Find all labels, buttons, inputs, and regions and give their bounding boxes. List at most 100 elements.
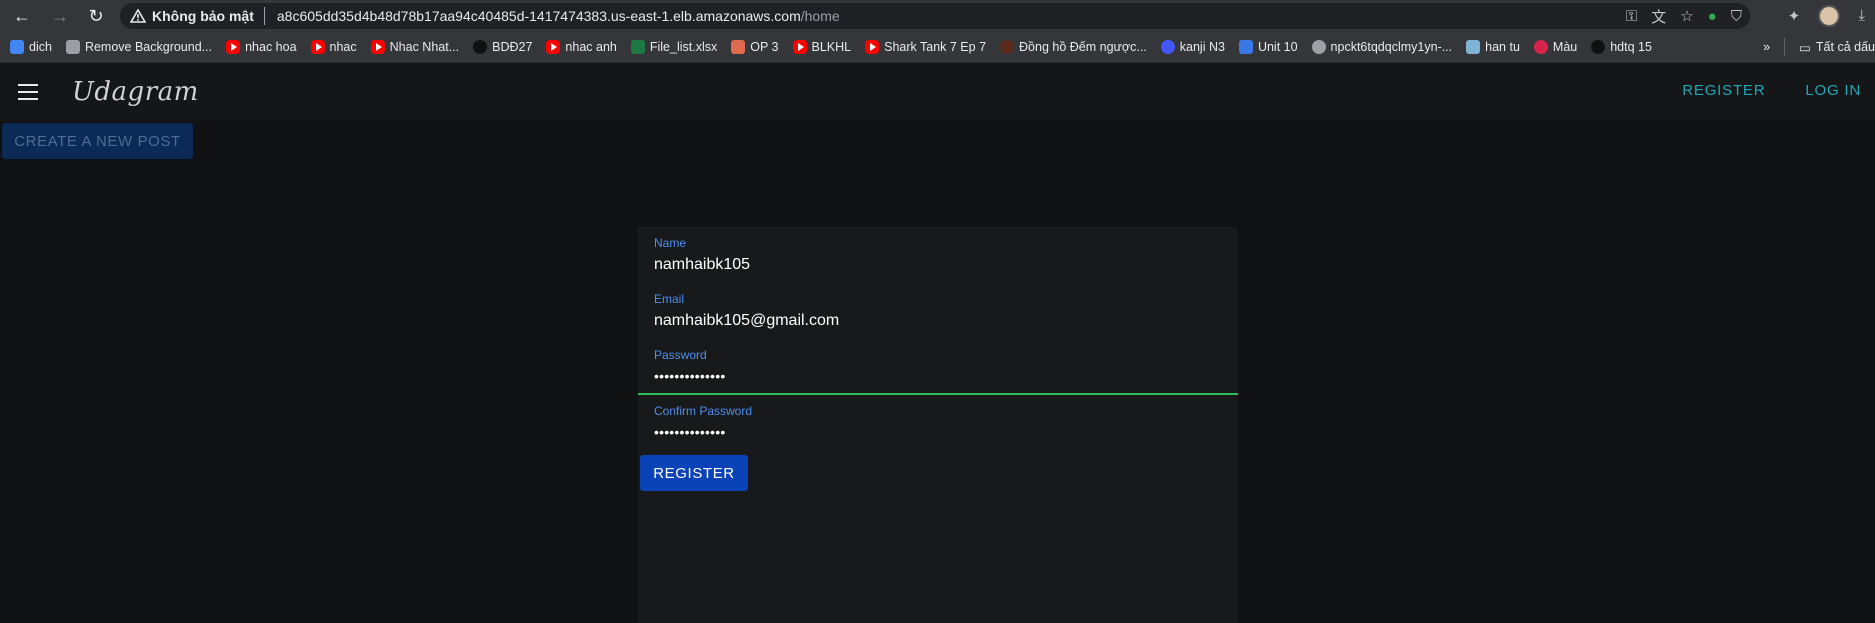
header-nav: REGISTER LOG IN: [1682, 82, 1861, 99]
youtube-icon: [546, 39, 561, 54]
youtube-icon: [792, 39, 807, 54]
email-field[interactable]: Email namhaibk105@gmail.com: [638, 283, 1238, 339]
translate-icon: [10, 39, 24, 54]
app-header: Udagram REGISTER LOG IN: [0, 63, 1875, 121]
bookmark-label: File_list.xlsx: [649, 39, 718, 54]
bookmark-label: dich: [29, 39, 52, 54]
bookmark-label: BDĐ27: [492, 39, 533, 54]
bookmark-item[interactable]: han tu: [1466, 39, 1520, 54]
register-link[interactable]: REGISTER: [1682, 82, 1765, 99]
bookmark-item[interactable]: Unit 10: [1238, 39, 1298, 54]
youtube-icon: [226, 39, 241, 54]
bookmark-label: nhac hoa: [245, 39, 297, 54]
bookmark-label: nhac: [329, 39, 357, 54]
email-input[interactable]: namhaibk105@gmail.com: [654, 312, 1238, 330]
quizlet-icon: [1160, 39, 1175, 54]
bookmark-label: OP 3: [750, 39, 779, 54]
clock-icon: [1000, 39, 1015, 54]
bookmark-label: Unit 10: [1257, 39, 1298, 54]
youtube-icon: [370, 39, 385, 54]
reload-icon[interactable]: ↻: [82, 2, 110, 30]
url-path: /home: [800, 8, 840, 24]
name-label: Name: [654, 236, 687, 250]
bookmark-item[interactable]: Remove Background...: [65, 39, 213, 54]
security-label: Không bảo mật: [152, 8, 254, 24]
bookmark-label: Shark Tank 7 Ep 7: [884, 39, 987, 54]
bookmark-label: kanji N3: [1179, 39, 1225, 54]
bookmark-label: Remove Background...: [84, 39, 213, 54]
bookmark-item[interactable]: Đồng hồ Đếm ngược...: [1000, 39, 1147, 54]
security-warning[interactable]: Không bảo mật: [130, 8, 254, 24]
warning-icon: [130, 9, 146, 23]
page-icon: [731, 39, 746, 54]
brush-icon: [1533, 39, 1548, 54]
key-icon[interactable]: ⚿: [1626, 8, 1637, 25]
bookmark-label: npckt6tqdqclmy1yn-...: [1330, 39, 1453, 54]
all-bookmarks-folder[interactable]: ▭ Tất cả dấu: [1799, 40, 1875, 55]
register-submit-button[interactable]: REGISTER: [640, 455, 748, 491]
app-icon: [1238, 39, 1253, 54]
bookmark-item[interactable]: kanji N3: [1160, 39, 1225, 54]
bookmark-item[interactable]: BDĐ27: [473, 39, 533, 54]
bookmarks-overflow: » ▭ Tất cả dấu: [1763, 31, 1875, 63]
password-field[interactable]: Password ••••••••••••••: [638, 339, 1238, 395]
bookmark-item[interactable]: BLKHL: [792, 39, 852, 54]
brand-logo[interactable]: Udagram: [72, 77, 199, 107]
toolbar-right: ✦ ⤓: [1788, 0, 1875, 31]
moon-extension-icon[interactable]: ●: [1708, 8, 1717, 25]
bookmark-item[interactable]: Shark Tank 7 Ep 7: [865, 39, 987, 54]
excel-icon: [630, 39, 645, 54]
bookmark-item[interactable]: Màu: [1533, 39, 1578, 54]
back-icon[interactable]: ←: [8, 2, 36, 30]
extensions-icon[interactable]: ✦: [1788, 7, 1801, 25]
star-icon[interactable]: ☆: [1680, 7, 1693, 25]
name-input[interactable]: namhaibk105: [654, 256, 1238, 274]
bookmark-item[interactable]: nhac anh: [546, 39, 617, 54]
image-icon: [1466, 39, 1481, 54]
layers-icon: [65, 39, 80, 54]
login-link[interactable]: LOG IN: [1805, 82, 1861, 99]
shield-extension-icon[interactable]: ⛉: [1731, 8, 1742, 25]
bookmark-label: Màu: [1552, 39, 1578, 54]
bookmark-label: nhac anh: [565, 39, 617, 54]
url-host: a8c605dd35d4b48d78b17aa94c40485d-1417474…: [276, 8, 801, 24]
bookmark-item[interactable]: nhac hoa: [226, 39, 297, 54]
download-icon[interactable]: ⤓: [1858, 7, 1865, 24]
profile-avatar[interactable]: [1818, 4, 1841, 27]
name-field[interactable]: Name namhaibk105: [638, 227, 1238, 283]
bookmarks-bar: dich Remove Background... nhac hoa nhac Nhac…: [0, 31, 1875, 63]
tiktok-icon: [1591, 39, 1606, 54]
url-divider: [263, 7, 265, 25]
translate-icon[interactable]: 文: [1651, 6, 1666, 27]
chevron-double-right-icon[interactable]: »: [1763, 40, 1770, 54]
bookmark-item[interactable]: File_list.xlsx: [630, 39, 718, 54]
bookmark-item[interactable]: hdtq 15: [1591, 39, 1652, 54]
bookmark-item[interactable]: Nhac Nhat...: [370, 39, 460, 54]
forward-icon[interactable]: →: [46, 2, 74, 30]
confirm-password-field[interactable]: Confirm Password ••••••••••••••: [638, 395, 1238, 451]
youtube-icon: [310, 39, 325, 54]
confirm-password-input[interactable]: ••••••••••••••: [654, 424, 1238, 440]
globe-icon: [1311, 39, 1326, 54]
divider: [1784, 38, 1786, 56]
confirm-password-label: Confirm Password: [654, 404, 753, 418]
address-bar[interactable]: Không bảo mật a8c605dd35d4b48d78b17aa94c…: [120, 3, 1750, 29]
bookmark-label: han tu: [1485, 39, 1520, 54]
omnibox-actions: ⚿ 文 ☆ ● ⛉: [1626, 3, 1742, 29]
folder-icon: ▭: [1799, 40, 1811, 55]
bookmark-item[interactable]: OP 3: [731, 39, 779, 54]
create-post-button[interactable]: CREATE A NEW POST: [2, 123, 193, 159]
all-bookmarks-label: Tất cả dấu: [1815, 40, 1875, 54]
password-label: Password: [654, 348, 707, 362]
bookmark-label: Đồng hồ Đếm ngược...: [1019, 39, 1147, 54]
bookmark-item[interactable]: nhac: [310, 39, 357, 54]
bookmark-label: BLKHL: [811, 39, 852, 54]
bookmark-item[interactable]: dich: [10, 39, 52, 54]
bookmark-label: hdtq 15: [1610, 39, 1652, 54]
bookmark-item[interactable]: npckt6tqdqclmy1yn-...: [1311, 39, 1453, 54]
password-input[interactable]: ••••••••••••••: [654, 368, 1238, 384]
browser-toolbar: ← → ↻ Không bảo mật a8c605dd35d4b48d78b1…: [0, 0, 1875, 31]
email-label: Email: [654, 292, 685, 306]
menu-icon[interactable]: [18, 84, 38, 100]
bookmark-label: Nhac Nhat...: [389, 39, 460, 54]
